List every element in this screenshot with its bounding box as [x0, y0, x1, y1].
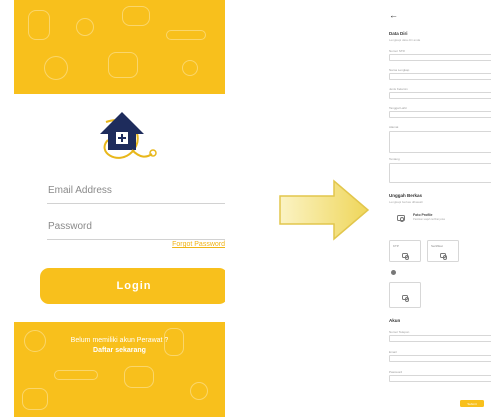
info-note: [391, 270, 399, 275]
login-button[interactable]: Login: [40, 268, 225, 304]
doodle-syringe: [54, 370, 98, 380]
account-email-input[interactable]: [389, 355, 491, 362]
doodle-bag: [22, 388, 48, 410]
extra-upload[interactable]: [389, 282, 421, 308]
personal-section-title: Data Diri: [389, 31, 408, 36]
camera-icon: [440, 253, 448, 259]
str-input[interactable]: [389, 54, 491, 61]
doodle-box: [122, 6, 150, 26]
doodle-box: [124, 366, 154, 388]
doodle-syringe: [166, 30, 206, 40]
info-icon: [391, 270, 396, 275]
doodle-pill: [190, 382, 208, 400]
gender-select[interactable]: [389, 92, 491, 99]
profile-photo-label: Foto Profile: [413, 213, 433, 217]
back-arrow-icon[interactable]: ←: [389, 10, 398, 20]
doodle-pill: [76, 18, 94, 36]
camera-icon: [397, 215, 405, 222]
login-screen: Forgot Password Login Belum memiliki aku…: [14, 0, 225, 417]
doodle-bag: [108, 52, 138, 78]
password-field[interactable]: [47, 214, 225, 240]
no-account-text: Belum memiliki akun Perawat ?: [70, 337, 169, 344]
upload-section-subtitle: Lengkapi berkas dibawah: [389, 200, 424, 204]
profile-photo-hint: Pastikan wajah terlihat jelas: [413, 218, 446, 221]
birthdate-input[interactable]: [389, 111, 491, 118]
account-email-label: Email: [389, 350, 397, 354]
address-label: Alamat: [389, 125, 399, 129]
certificate-label: Sertifikat: [431, 244, 443, 248]
profile-photo-upload[interactable]: Foto Profile Pastikan wajah terlihat jel…: [391, 213, 491, 223]
gender-label: Jenis Kelamin: [389, 87, 408, 91]
register-link[interactable]: Daftar sekarang: [14, 346, 225, 356]
email-field[interactable]: [47, 178, 225, 204]
upload-section-title: Unggah Berkas: [389, 193, 423, 198]
about-label: Tentang: [389, 157, 400, 161]
phone-label: Nomor Telepon: [389, 330, 410, 334]
camera-icon: [402, 295, 410, 301]
str-label: Nomor STR: [389, 49, 405, 53]
right-arrow-graphic: [279, 179, 370, 241]
email-input[interactable]: [47, 178, 225, 203]
fullname-label: Nama Lengkap: [389, 68, 410, 72]
doodle-tablet: [182, 60, 198, 76]
account-password-input[interactable]: [389, 375, 491, 382]
register-screen: ← Data Diri Lengkapi data diri anda Nomo…: [383, 0, 491, 417]
top-banner: [14, 0, 225, 94]
address-textarea[interactable]: [389, 131, 491, 153]
camera-icon: [402, 253, 410, 259]
ktp-label: KTP: [393, 244, 399, 248]
ktp-upload[interactable]: KTP: [389, 240, 421, 262]
doodle-bottle: [28, 10, 50, 40]
account-section-title: Akun: [389, 318, 401, 323]
forgot-password-link[interactable]: Forgot Password: [144, 241, 225, 248]
about-textarea[interactable]: [389, 163, 491, 183]
password-input[interactable]: [47, 214, 225, 239]
submit-button[interactable]: Submit: [460, 400, 484, 407]
doodle-circle: [44, 56, 68, 80]
personal-section-subtitle: Lengkapi data diri anda: [389, 38, 421, 42]
certificate-upload[interactable]: Sertifikat: [427, 240, 459, 262]
phone-input[interactable]: [389, 335, 491, 342]
house-plug-logo: [100, 112, 157, 159]
birthdate-label: Tanggal Lahir: [389, 106, 408, 110]
fullname-input[interactable]: [389, 73, 491, 80]
account-password-label: Password: [389, 370, 403, 374]
